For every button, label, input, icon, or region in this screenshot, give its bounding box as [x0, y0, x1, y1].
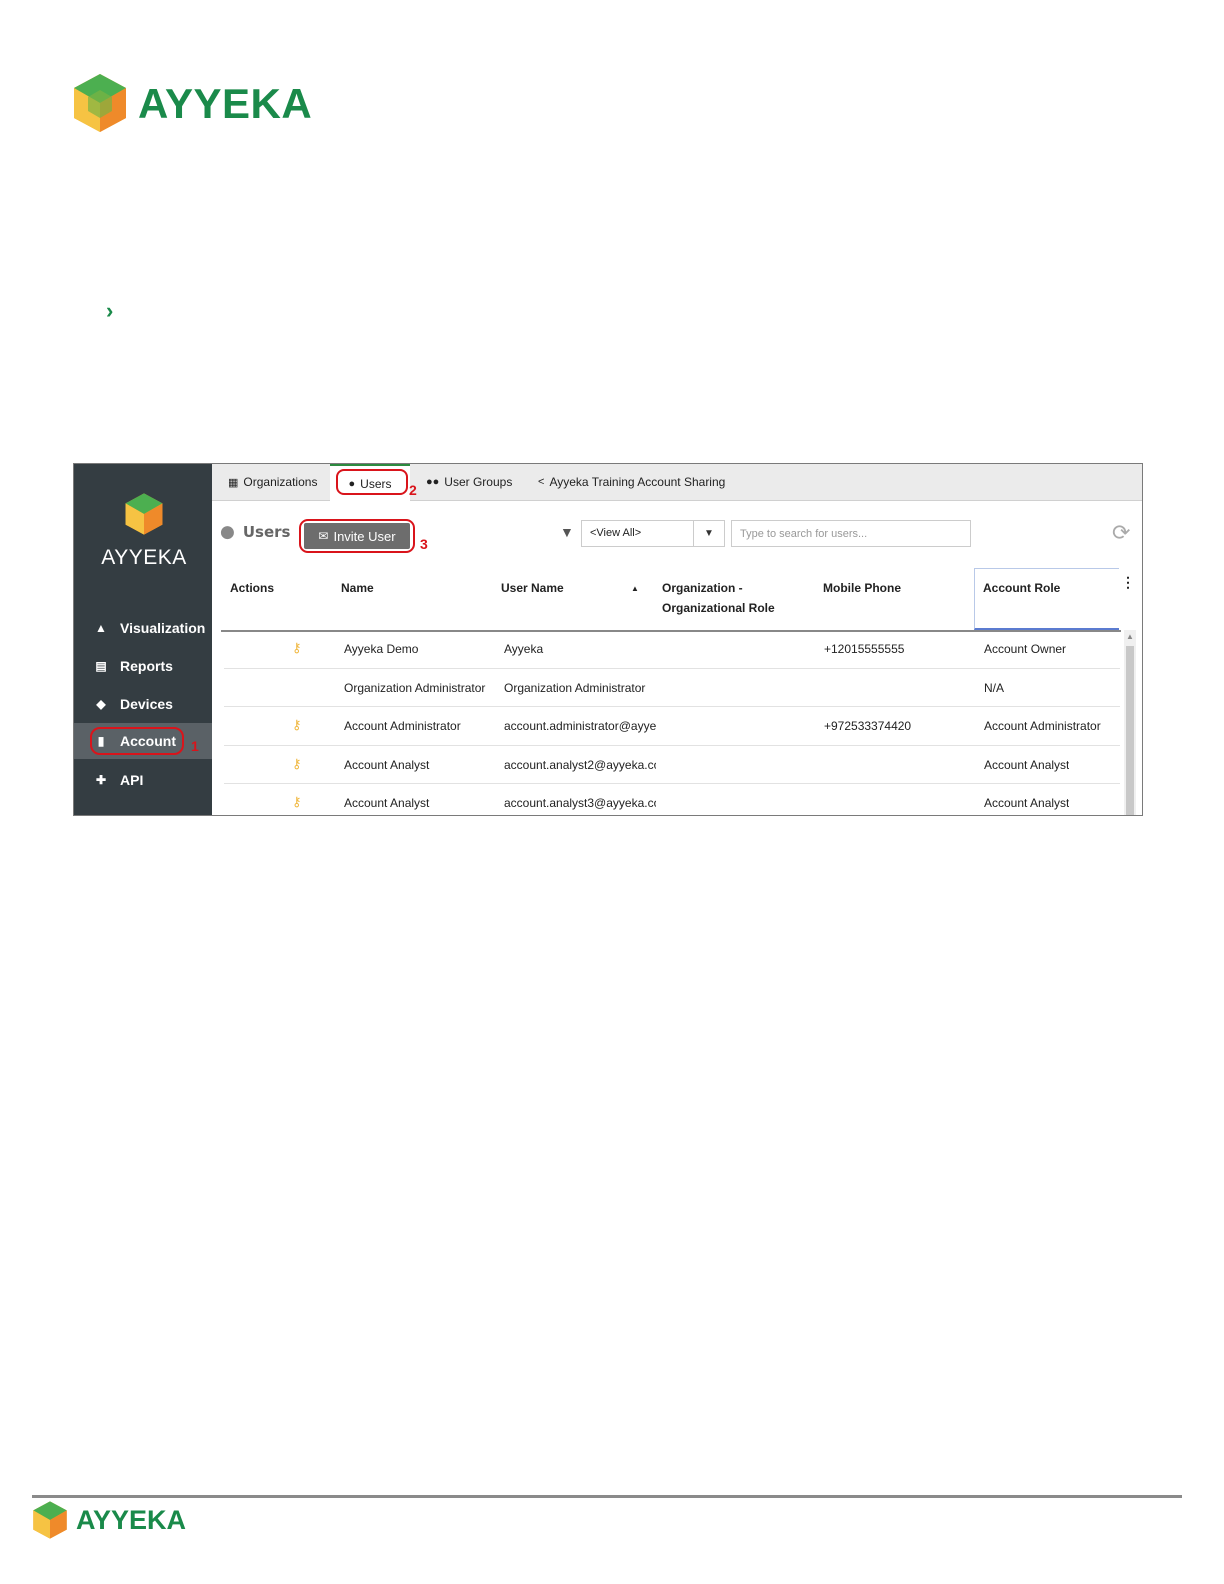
col-organization-line2: Organizational Role [662, 601, 775, 615]
table-row[interactable]: ⚷ Account Administrator account.administ… [224, 707, 1120, 746]
footer-logo: AYYEKA [32, 1500, 192, 1544]
sidebar-item-reports[interactable]: ▤ Reports [74, 648, 212, 684]
sidebar-brand: AYYEKA [101, 546, 187, 569]
tab-account-sharing[interactable]: < Ayyeka Training Account Sharing [538, 464, 725, 500]
cell-role: Account Analyst [984, 796, 1070, 810]
search-input[interactable] [731, 520, 971, 547]
cell-name: Organization Administrator [344, 680, 486, 695]
cube-icon: ◆ [96, 697, 106, 711]
col-username[interactable]: User Name [501, 578, 564, 598]
table-header: Actions Name User Name Organization - Or… [221, 568, 1121, 632]
cell-username: Organization Administrator [504, 680, 646, 695]
chevron-down-icon[interactable]: ▼ [693, 521, 724, 546]
col-mobile-phone[interactable]: Mobile Phone [823, 578, 901, 598]
vertical-scrollbar[interactable]: ▲ [1124, 630, 1136, 815]
puzzle-icon: ✚ [95, 773, 107, 787]
col-organization-line1: Organization - [662, 581, 743, 595]
cell-username: Ayyeka [504, 642, 544, 656]
scrollbar-thumb[interactable] [1126, 646, 1134, 815]
scroll-up-icon[interactable]: ▲ [1126, 632, 1134, 641]
app-screenshot: AYYEKA ▲ Visualization ▤ Reports ◆ Devic… [73, 463, 1143, 816]
brand-wordmark: AYYEKA [138, 80, 313, 127]
cell-phone: +12015555555 [824, 642, 905, 656]
footer-hex-logo-icon [33, 1501, 67, 1539]
user-icon: ● [220, 522, 235, 542]
tab-label: Organizations [243, 475, 318, 489]
highlight-circle [336, 469, 408, 495]
column-menu-icon[interactable]: ⋮ [1121, 574, 1135, 591]
cell-phone: +972533374420 [824, 719, 912, 733]
tab-organizations[interactable]: ▦ Organizations [228, 464, 317, 500]
step-marker: 2 [409, 482, 417, 498]
highlight-circle [299, 519, 415, 553]
table-row[interactable]: ⚷ Account Analyst account.analyst2@ayyek… [224, 746, 1120, 784]
tab-label: Ayyeka Training Account Sharing [549, 475, 726, 489]
cell-name: Account Administrator [344, 719, 461, 733]
footer-divider [32, 1495, 1182, 1498]
step-marker: 3 [420, 536, 428, 552]
cell-role: Account Owner [984, 642, 1067, 656]
sidebar-item-api[interactable]: ✚ API [74, 762, 212, 798]
page-title-text: Users [242, 523, 291, 541]
sidebar-item-label: Reports [120, 658, 173, 674]
table-body: ⚷ Ayyeka Demo Ayyeka +12015555555 Accoun… [224, 630, 1120, 815]
col-actions[interactable]: Actions [230, 578, 274, 598]
sidebar-item-label: API [120, 772, 144, 788]
area-chart-icon: ▲ [95, 621, 107, 635]
building-icon: ▦ [228, 476, 239, 489]
filter-value: <View All> [590, 527, 642, 539]
sidebar-item-devices[interactable]: ◆ Devices [74, 686, 212, 722]
step-marker: 1 [191, 738, 199, 754]
view-filter-select[interactable]: <View All> ▼ [581, 520, 725, 547]
footer-wordmark: AYYEKA [76, 1505, 187, 1535]
table-row[interactable]: ⚷ Account Analyst account.analyst3@ayyek… [224, 784, 1120, 815]
document-icon: ▤ [95, 659, 107, 673]
table-row[interactable]: Organization Administrator Organization … [224, 669, 1120, 707]
share-icon: < [538, 476, 545, 488]
page-title: ● Users [220, 522, 290, 542]
cell-name: Account Analyst [344, 757, 430, 772]
col-organization[interactable]: Organization - Organizational Role [662, 578, 775, 618]
col-name[interactable]: Name [341, 578, 374, 598]
sidebar-item-label: Devices [120, 696, 173, 712]
main-panel: ▦ Organizations ● Users 2 ●● User Groups… [212, 464, 1142, 815]
cell-name: Ayyeka Demo [344, 642, 419, 656]
col-account-role[interactable]: Account Role [983, 578, 1060, 598]
filter-icon: ▼ [560, 524, 574, 540]
refresh-icon[interactable]: ⟳ [1112, 520, 1130, 546]
highlight-circle [90, 727, 184, 755]
sidebar-item-visualization[interactable]: ▲ Visualization [74, 610, 212, 646]
key-icon[interactable]: ⚷ [292, 717, 302, 733]
chevron-right-icon: › [106, 298, 114, 323]
cell-role: Account Analyst [984, 757, 1070, 772]
key-icon[interactable]: ⚷ [292, 640, 302, 656]
header-logo: AYYEKA [72, 72, 312, 136]
sidebar: AYYEKA ▲ Visualization ▤ Reports ◆ Devic… [74, 464, 212, 815]
cell-username: account.analyst2@ayyeka.com [504, 757, 656, 772]
table-row[interactable]: ⚷ Ayyeka Demo Ayyeka +12015555555 Accoun… [224, 630, 1120, 669]
ayyeka-hex-logo-icon [74, 74, 126, 132]
cell-role: N/A [984, 680, 1005, 695]
tab-user-groups[interactable]: ●● User Groups [426, 464, 512, 500]
key-icon[interactable]: ⚷ [292, 756, 302, 772]
cell-role: Account Administrator [984, 719, 1101, 733]
cell-name: Account Analyst [344, 796, 430, 810]
key-icon[interactable]: ⚷ [292, 794, 302, 810]
cell-username: account.administrator@ayyeka [504, 719, 656, 733]
sidebar-logo-icon [125, 493, 163, 535]
cell-username: account.analyst3@ayyeka.com [504, 796, 656, 810]
tab-bar: ▦ Organizations ● Users 2 ●● User Groups… [212, 464, 1142, 501]
sort-ascending-icon[interactable]: ▲ [631, 584, 639, 593]
users-icon: ●● [426, 476, 440, 488]
tab-label: User Groups [444, 475, 513, 489]
sidebar-item-label: Visualization [120, 620, 206, 636]
